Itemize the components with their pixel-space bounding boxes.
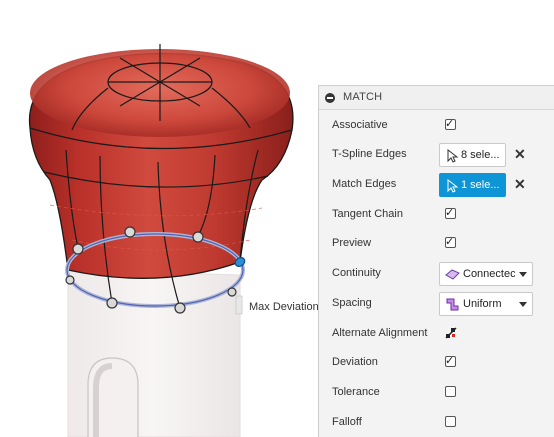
handle-point: [174, 302, 186, 314]
check-icon: ✓: [445, 118, 455, 130]
handle-point: [65, 275, 75, 285]
falloff-label: Falloff: [332, 416, 362, 428]
row-tangent-chain: Tangent Chain ✓: [319, 203, 554, 227]
associative-checkbox[interactable]: ✓: [445, 118, 456, 130]
deviation-label: Deviation: [332, 356, 378, 368]
cursor-arrow-icon: [447, 179, 459, 193]
check-icon: ✓: [445, 236, 455, 248]
continuity-label: Continuity: [332, 267, 381, 279]
row-associative: Associative ✓: [319, 114, 554, 138]
continuity-icon: [445, 269, 460, 280]
handle-point: [106, 297, 118, 309]
handle-point: [124, 226, 136, 238]
deviation-marker: [235, 295, 243, 315]
match-panel: MATCH Associative ✓ T-Spline Edges 8 sel…: [318, 85, 554, 437]
check-icon: ✓: [445, 207, 455, 219]
tangent-chain-label: Tangent Chain: [332, 208, 403, 220]
deviation-checkbox[interactable]: ✓: [445, 355, 456, 367]
tolerance-checkbox[interactable]: [445, 386, 456, 397]
row-match-edges: Match Edges 1 sele... ✕: [319, 173, 554, 197]
collapse-icon[interactable]: [325, 93, 335, 103]
tspline-edges-label: T-Spline Edges: [332, 148, 407, 160]
spacing-value: Uniform: [463, 298, 502, 310]
panel-header: MATCH: [319, 86, 554, 110]
chevron-down-icon: [519, 302, 527, 307]
tolerance-label: Tolerance: [332, 386, 380, 398]
alignment-icon[interactable]: [445, 327, 457, 339]
row-alternate-alignment: Alternate Alignment: [319, 322, 554, 346]
handle-point: [227, 287, 237, 297]
uniform-icon: [446, 298, 459, 311]
handle-point: [192, 231, 204, 243]
preview-label: Preview: [332, 237, 372, 249]
cursor-arrow-icon: [447, 149, 459, 163]
spacing-dropdown[interactable]: Uniform: [439, 292, 533, 316]
tspline-edges-select-button[interactable]: 8 sele...: [439, 143, 506, 167]
row-tolerance: Tolerance: [319, 381, 554, 405]
tspline-edges-value: 8 sele...: [461, 149, 500, 161]
spacing-label: Spacing: [332, 297, 372, 309]
close-icon[interactable]: ✕: [514, 176, 526, 193]
alternate-alignment-label: Alternate Alignment: [332, 327, 428, 339]
row-preview: Preview ✓: [319, 232, 554, 256]
row-spacing: Spacing Uniform: [319, 292, 554, 316]
row-deviation: Deviation ✓: [319, 351, 554, 375]
associative-label: Associative: [332, 119, 388, 131]
handle-point: [72, 243, 84, 255]
preview-checkbox[interactable]: ✓: [445, 236, 456, 248]
close-icon[interactable]: ✕: [514, 146, 526, 163]
continuity-value: Connectec...: [463, 268, 515, 280]
row-continuity: Continuity Connectec...: [319, 262, 554, 286]
match-edges-label: Match Edges: [332, 178, 397, 190]
check-icon: ✓: [445, 355, 455, 367]
tangent-chain-checkbox[interactable]: ✓: [445, 207, 456, 219]
panel-title: MATCH: [343, 91, 383, 103]
match-edges-select-button[interactable]: 1 sele...: [439, 173, 506, 197]
chevron-down-icon: [519, 272, 527, 277]
continuity-dropdown[interactable]: Connectec...: [439, 262, 533, 286]
row-falloff: Falloff: [319, 411, 554, 435]
match-edges-value: 1 sele...: [461, 179, 500, 191]
row-tspline-edges: T-Spline Edges 8 sele... ✕: [319, 143, 554, 167]
falloff-checkbox[interactable]: [445, 416, 456, 427]
